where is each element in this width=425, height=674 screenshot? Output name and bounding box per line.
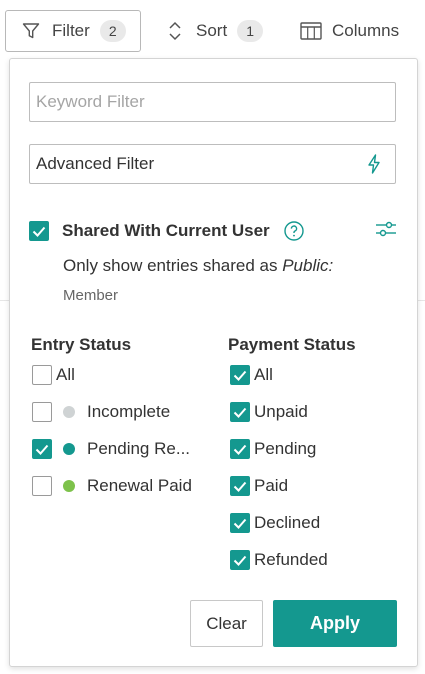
entry-status-label-all: All bbox=[56, 365, 75, 384]
entry-status-checkbox-all[interactable] bbox=[32, 365, 52, 385]
columns-button[interactable]: Columns bbox=[298, 10, 418, 52]
shared-description-text: Only show entries shared as bbox=[63, 256, 283, 275]
payment-status-checkbox-refunded[interactable] bbox=[230, 550, 250, 570]
lightning-bolt-icon[interactable] bbox=[367, 154, 381, 174]
payment-status-checkbox-paid[interactable] bbox=[230, 476, 250, 496]
entry-status-option-incomplete[interactable]: Incomplete bbox=[32, 400, 170, 424]
payment-status-label-declined: Declined bbox=[254, 513, 321, 532]
payment-status-option-declined[interactable]: Declined bbox=[230, 511, 320, 535]
entry-status-checkbox-incomplete[interactable] bbox=[32, 402, 52, 422]
filter-funnel-icon bbox=[20, 20, 42, 42]
toolbar: Filter 2 Sort 1 Columns bbox=[0, 0, 425, 58]
advanced-filter-field[interactable]: Advanced Filter bbox=[29, 144, 396, 184]
columns-label: Columns bbox=[332, 21, 400, 40]
shared-with-user-checkbox[interactable] bbox=[29, 221, 49, 241]
sort-chevrons-icon bbox=[164, 20, 186, 42]
filter-panel: Advanced Filter Shared With Current User… bbox=[9, 58, 418, 667]
payment-status-checkbox-unpaid[interactable] bbox=[230, 402, 250, 422]
shared-with-user-label: Shared With Current User bbox=[62, 221, 270, 240]
pending-status-dot bbox=[63, 443, 75, 455]
filter-count-badge: 2 bbox=[99, 20, 126, 42]
payment-status-option-refunded[interactable]: Refunded bbox=[230, 548, 328, 572]
background-divider bbox=[0, 300, 9, 301]
payment-status-checkbox-declined[interactable] bbox=[230, 513, 250, 533]
payment-status-label-pending: Pending bbox=[254, 439, 317, 458]
entry-status-label-renewal-paid: Renewal Paid bbox=[87, 476, 192, 495]
payment-status-label-paid: Paid bbox=[254, 476, 289, 495]
sort-label: Sort bbox=[196, 21, 228, 40]
filter-button[interactable]: Filter 2 bbox=[5, 10, 141, 52]
payment-status-label-unpaid: Unpaid bbox=[254, 402, 308, 421]
apply-button[interactable]: Apply bbox=[273, 600, 397, 647]
entry-status-checkbox-pending[interactable] bbox=[32, 439, 52, 459]
payment-status-label-all: All bbox=[254, 365, 273, 384]
payment-status-checkbox-pending[interactable] bbox=[230, 439, 250, 459]
clear-button[interactable]: Clear bbox=[190, 600, 263, 647]
background-divider bbox=[418, 300, 425, 301]
columns-icon bbox=[300, 20, 322, 42]
entry-status-option-all[interactable]: All bbox=[32, 363, 75, 387]
payment-status-option-unpaid[interactable]: Unpaid bbox=[230, 400, 308, 424]
shared-with-user-row: Shared With Current User bbox=[29, 219, 397, 243]
shared-role-label: Member bbox=[63, 287, 119, 304]
payment-status-option-all[interactable]: All bbox=[230, 363, 273, 387]
entry-status-label-incomplete: Incomplete bbox=[87, 402, 171, 421]
entry-status-label-pending: Pending Re... bbox=[87, 439, 191, 458]
shared-description: Only show entries shared as Public: bbox=[63, 256, 333, 276]
advanced-filter-label: Advanced Filter bbox=[36, 154, 155, 173]
payment-status-checkbox-all[interactable] bbox=[230, 365, 250, 385]
entry-status-option-pending[interactable]: Pending Re... bbox=[32, 437, 190, 461]
payment-status-option-pending[interactable]: Pending bbox=[230, 437, 316, 461]
help-circle-icon[interactable] bbox=[283, 221, 304, 241]
renewal-paid-status-dot bbox=[63, 480, 75, 492]
incomplete-status-dot bbox=[63, 406, 75, 418]
payment-status-label-refunded: Refunded bbox=[254, 550, 328, 569]
sort-button[interactable]: Sort 1 bbox=[160, 10, 280, 52]
entry-status-option-renewal-paid[interactable]: Renewal Paid bbox=[32, 474, 192, 498]
entry-status-checkbox-renewal-paid[interactable] bbox=[32, 476, 52, 496]
filter-label: Filter bbox=[52, 21, 90, 40]
entry-status-title: Entry Status bbox=[31, 335, 132, 354]
sort-count-badge: 1 bbox=[237, 20, 264, 42]
keyword-filter-input[interactable] bbox=[29, 82, 396, 122]
payment-status-option-paid[interactable]: Paid bbox=[230, 474, 288, 498]
payment-status-title: Payment Status bbox=[228, 335, 356, 354]
shared-description-emphasis: Public: bbox=[282, 256, 334, 275]
sliders-settings-icon[interactable] bbox=[375, 220, 397, 238]
